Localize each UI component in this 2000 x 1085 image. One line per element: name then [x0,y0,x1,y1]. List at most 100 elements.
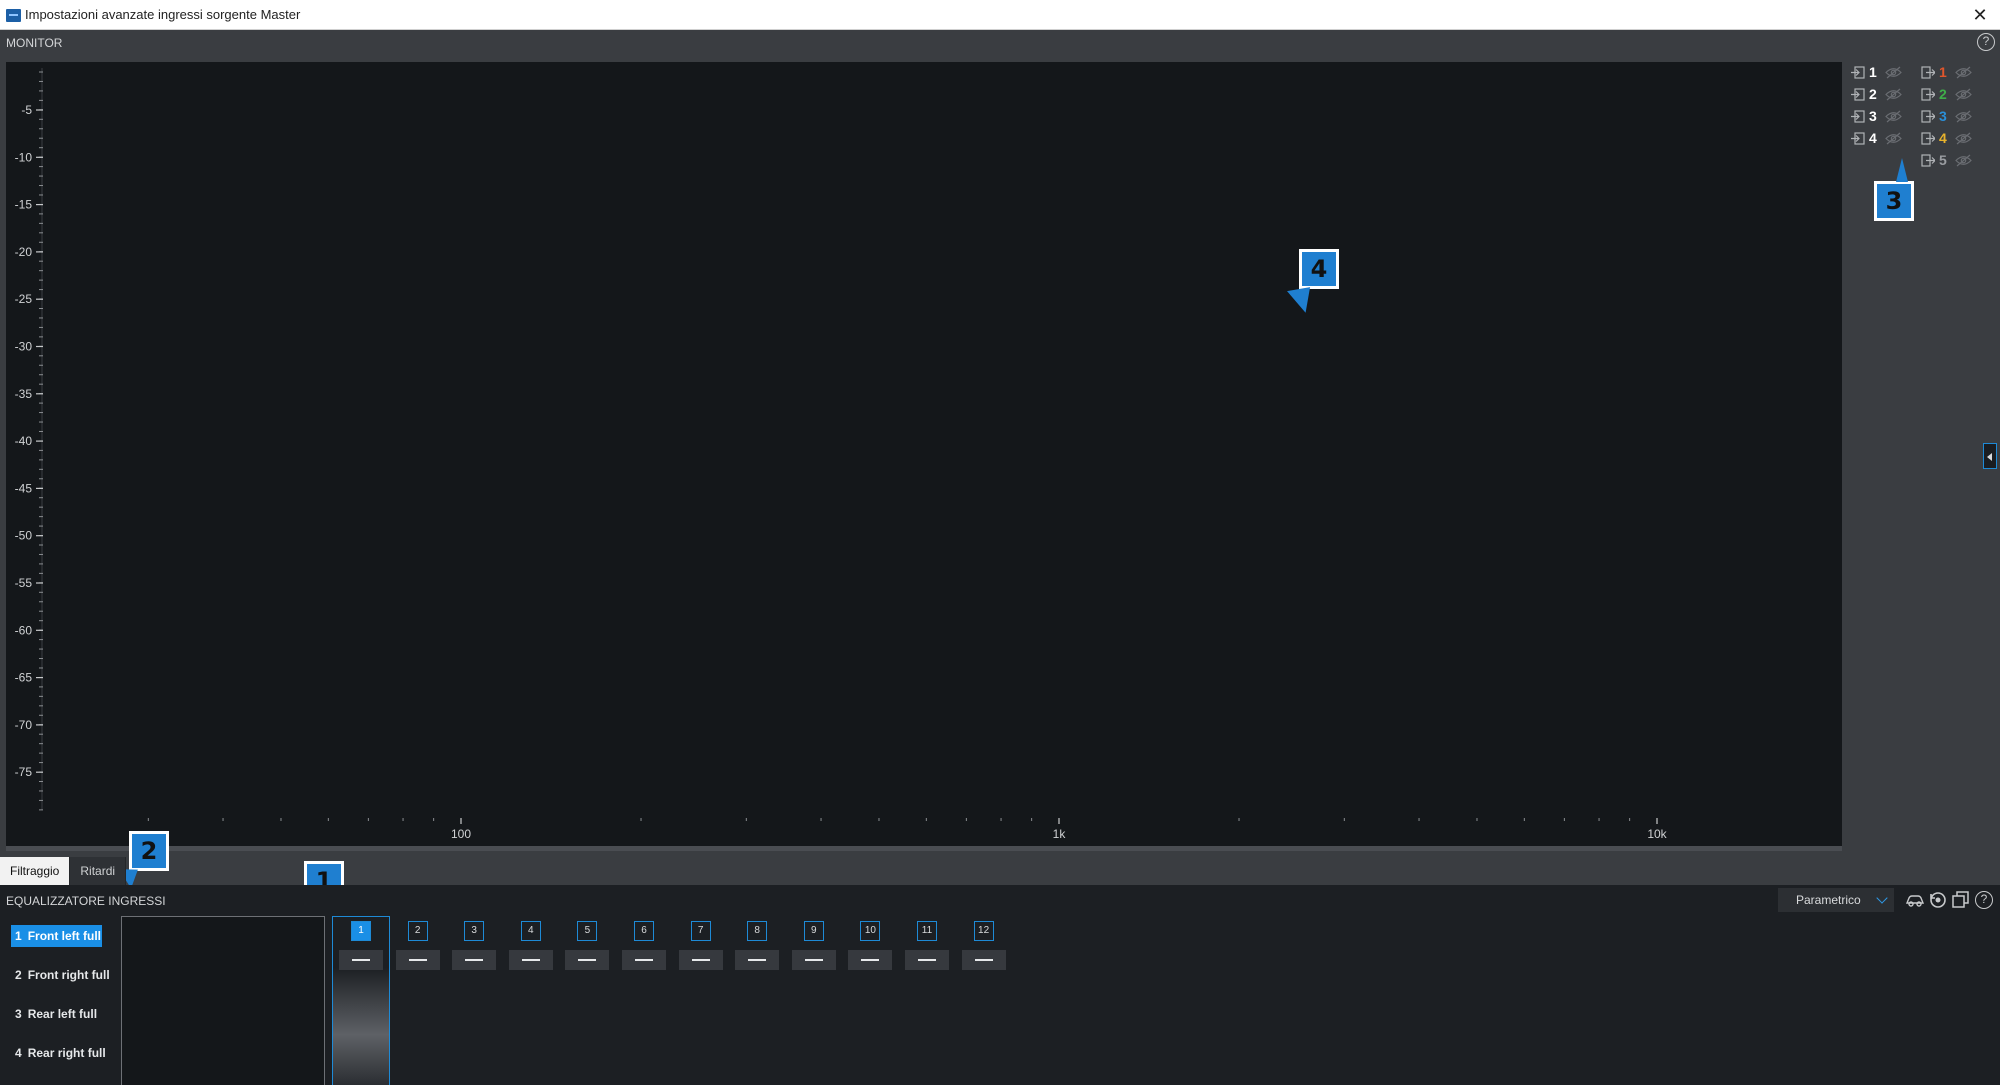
tab-delays[interactable]: Ritardi [70,857,127,885]
channel-name: Front left full [27,929,102,943]
eye-hidden-icon[interactable] [1885,66,1902,79]
output-icon [1921,153,1935,167]
eq-band-bypass-toggle[interactable] [508,950,553,970]
channel-name: Rear left full [27,1007,98,1021]
eq-band-button[interactable]: 7 [690,921,711,941]
close-button[interactable]: ✕ [1960,0,2000,30]
y-tick-label: -30 [15,340,33,354]
eq-band-bypass-toggle[interactable] [622,950,666,970]
y-tick-label: -70 [15,718,33,732]
y-tick-label: -35 [15,387,33,401]
channel-name: Rear right full [27,1046,106,1060]
reset-icon[interactable] [1928,890,1948,910]
car-icon[interactable] [1905,890,1925,910]
eq-curve-preview [121,916,325,1085]
y-tick-label: -15 [15,198,33,212]
y-tick-label: -40 [15,434,33,448]
eq-band-button[interactable]: 4 [520,921,541,941]
callout-3: 3 [1874,181,1914,221]
channel-item[interactable]: 1 Front left full [11,925,102,947]
callout-2: 2 [129,831,169,871]
channel-name: Front right full [27,968,110,982]
y-tick-label: -55 [15,576,33,590]
y-tick-label: -45 [15,481,33,495]
eye-hidden-icon[interactable] [1955,154,1972,167]
trace-number: 1 [1939,64,1947,80]
eq-mode-value: Parametrico [1796,893,1861,907]
y-tick-label: -20 [15,245,33,259]
trace-legend: 1 2 3 4 1 2 3 4 5 [1842,62,2000,846]
input-trace-4[interactable]: 4 [1851,128,1902,148]
x-tick-label: 100 [451,827,471,841]
eq-band-bypass-toggle[interactable] [848,950,893,970]
trace-number: 4 [1869,130,1877,146]
copy-icon[interactable] [1951,890,1971,910]
equalizer-label: EQUALIZZATORE INGRESSI [6,894,166,908]
eq-band-button[interactable]: 3 [464,921,485,941]
eq-band-button[interactable]: 11 [917,921,937,941]
tab-filtering[interactable]: Filtraggio [0,857,71,885]
trace-number: 5 [1939,152,1947,168]
eq-band-button[interactable]: 10 [860,921,881,941]
eq-band-button[interactable]: 2 [407,921,428,941]
eq-band-bypass-toggle[interactable] [678,950,723,970]
eq-band-bypass-toggle[interactable] [395,950,440,970]
y-tick-label: -50 [15,529,33,543]
output-trace-5[interactable]: 5 [1921,150,1972,170]
active-band-strip[interactable] [332,916,390,1085]
tab-bar: Filtraggio Ritardi [0,857,127,885]
input-trace-2[interactable]: 2 [1851,84,1902,104]
eq-band-button[interactable]: 9 [803,921,824,941]
eq-band-bypass-toggle[interactable] [961,950,1006,970]
eq-band-bypass-toggle[interactable] [735,950,780,970]
window-title: Impostazioni avanzate ingressi sorgente … [25,7,301,22]
eye-hidden-icon[interactable] [1885,88,1902,101]
eq-band-button[interactable]: 1 [351,921,371,941]
channel-number: 2 [15,968,22,982]
input-trace-1[interactable]: 1 [1851,62,1902,82]
input-trace-3[interactable]: 3 [1851,106,1902,126]
output-trace-3[interactable]: 3 [1921,106,1972,126]
eye-hidden-icon[interactable] [1955,132,1972,145]
eye-hidden-icon[interactable] [1955,66,1972,79]
eq-band-button[interactable]: 5 [577,921,598,941]
eq-band-bypass-toggle[interactable] [452,950,497,970]
channel-item[interactable]: 2 Front right full [11,964,110,986]
eq-band-bypass-toggle[interactable] [905,950,949,970]
output-trace-1[interactable]: 1 [1921,62,1972,82]
callout-3-pointer [1896,158,1908,182]
input-icon [1851,87,1865,101]
output-trace-2[interactable]: 2 [1921,84,1972,104]
eq-band-button[interactable]: 6 [634,921,654,941]
eq-band-bypass-toggle[interactable] [791,950,836,970]
app-icon [6,9,21,22]
channel-item[interactable]: 4 Rear right full [11,1042,106,1064]
y-tick-label: -10 [15,150,33,164]
eq-mode-select[interactable]: Parametrico [1778,888,1894,912]
eye-hidden-icon[interactable] [1885,110,1902,123]
monitor-label: MONITOR [6,36,63,50]
channel-number: 1 [15,929,22,943]
input-icon [1851,65,1865,79]
side-panel-toggle[interactable] [1983,443,1997,469]
eq-band-bypass-toggle[interactable] [339,950,383,970]
output-trace-4[interactable]: 4 [1921,128,1972,148]
channel-item[interactable]: 3 Rear left full [11,1003,102,1025]
eq-band-button[interactable]: 12 [973,921,994,941]
eq-band-button[interactable]: 8 [747,921,768,941]
chevron-down-icon [1876,892,1888,904]
x-tick-label: 1k [1053,827,1067,841]
output-icon [1921,65,1935,79]
eq-band-bypass-toggle[interactable] [565,950,610,970]
equalizer-help-button[interactable]: ? [1975,891,1993,909]
trace-number: 1 [1869,64,1877,80]
eye-hidden-icon[interactable] [1955,88,1972,101]
eye-hidden-icon[interactable] [1885,132,1902,145]
graph-scrollbar[interactable] [6,846,1842,851]
monitor-help-button[interactable]: ? [1977,33,1995,51]
title-bar: Impostazioni avanzate ingressi sorgente … [0,0,2000,30]
x-tick-label: 10k [1647,827,1667,841]
frequency-response-graph[interactable]: -5 -10 -15 -20 -25 -30 -35 -40 -45 -50 -55 -60 -65 -7… [6,62,1842,846]
output-icon [1921,87,1935,101]
eye-hidden-icon[interactable] [1955,110,1972,123]
